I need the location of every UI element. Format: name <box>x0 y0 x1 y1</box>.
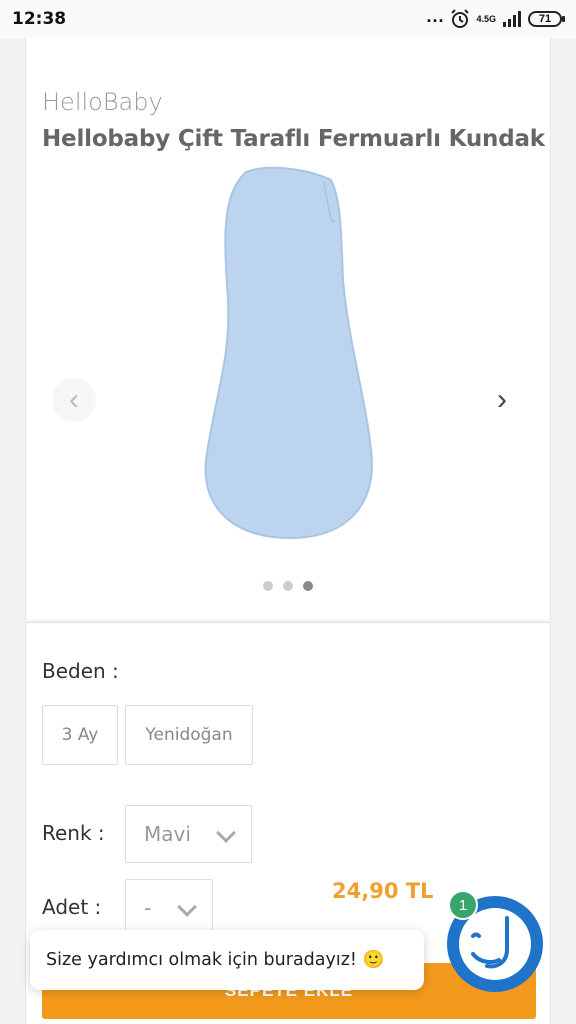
chevron-right-icon: › <box>497 383 507 416</box>
product-brand: HelloBaby <box>42 88 163 116</box>
size-option-3-ay[interactable]: 3 Ay <box>42 705 118 765</box>
status-time: 12:38 <box>12 9 67 29</box>
chevron-down-icon <box>216 823 236 843</box>
status-bar: 12:38 ... 4.5G 71 <box>0 0 576 38</box>
page: 12:38 ... 4.5G 71 HelloBaby Hellobaby Çi… <box>0 0 576 1024</box>
color-label: Renk : <box>42 821 105 845</box>
color-select-value: Mavi <box>144 822 191 846</box>
carousel-next-button[interactable]: › <box>480 378 524 422</box>
quantity-label: Adet : <box>42 895 102 919</box>
carousel-dots <box>26 581 550 591</box>
chevron-left-icon: ‹ <box>69 383 79 416</box>
product-title: Hellobaby Çift Taraflı Fermuarlı Kundak <box>42 126 545 152</box>
color-select[interactable]: Mavi <box>125 805 252 863</box>
carousel-dot[interactable] <box>283 581 293 591</box>
battery-icon: 71 <box>528 11 565 27</box>
network-type: 4.5G <box>476 13 496 24</box>
alarm-clock-icon <box>451 9 470 28</box>
quantity-select-value: - <box>144 896 152 920</box>
status-icons: ... 4.5G 71 <box>426 5 565 29</box>
carousel-prev-button[interactable]: ‹ <box>52 378 96 422</box>
chat-notification-badge: 1 <box>448 890 478 920</box>
size-option-yenidogan[interactable]: Yenidoğan <box>125 705 253 765</box>
product-price: 24,90 TL <box>332 879 434 903</box>
notification-dots-icon: ... <box>426 5 445 26</box>
chevron-down-icon <box>177 897 197 917</box>
product-image[interactable] <box>96 160 482 542</box>
signal-icon <box>503 11 521 27</box>
carousel-dot-active[interactable] <box>303 581 313 591</box>
quantity-select[interactable]: - <box>125 879 213 937</box>
size-label: Beden : <box>42 659 119 683</box>
chat-tooltip[interactable]: Size yardımcı olmak için buradayız! 🙂 <box>30 930 424 990</box>
carousel-dot[interactable] <box>263 581 273 591</box>
product-card: HelloBaby Hellobaby Çift Taraflı Fermuar… <box>25 38 551 620</box>
